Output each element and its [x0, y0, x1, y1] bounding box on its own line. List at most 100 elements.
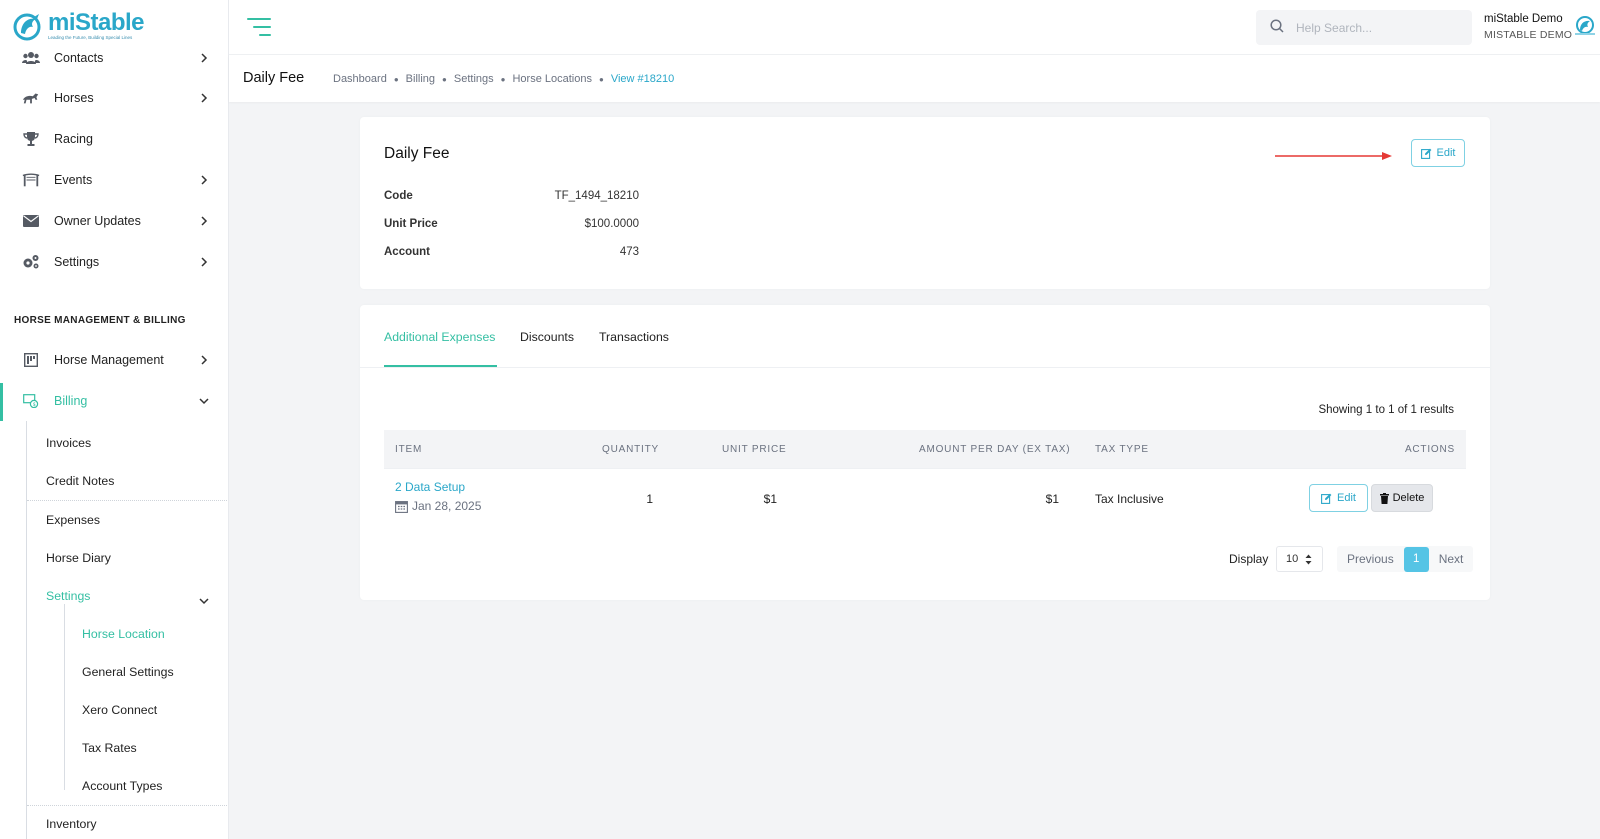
sidebar-item-settings[interactable]: Settings [0, 242, 228, 282]
column-header-amount[interactable]: AMOUNT PER DAY (EX TAX) [919, 444, 1070, 455]
sidebar-sub-xero-connect[interactable]: Xero Connect [82, 703, 157, 717]
menu-toggle-icon[interactable] [245, 18, 271, 38]
table-row: 2 Data Setup Jan 28, 2025 1 $1 $1 Tax In… [384, 468, 1466, 528]
sidebar-sub-credit-notes[interactable]: Credit Notes [46, 474, 114, 488]
breadcrumb-billing[interactable]: Billing [406, 73, 435, 85]
chevron-right-icon [198, 51, 210, 65]
row-edit-button[interactable]: Edit [1309, 484, 1368, 512]
breadcrumb-dashboard[interactable]: Dashboard [333, 73, 387, 85]
tree-line [26, 421, 27, 839]
svg-text:$: $ [33, 402, 36, 408]
avatar[interactable] [1573, 14, 1597, 38]
tab-discounts[interactable]: Discounts [520, 330, 574, 344]
sidebar-item-label: Owner Updates [54, 214, 141, 228]
sidebar-sub-inventory[interactable]: Inventory [46, 817, 97, 831]
tab-active-underline [384, 365, 497, 367]
tab-transactions[interactable]: Transactions [599, 330, 669, 344]
horse-logo-icon [12, 11, 46, 41]
table-header: ITEM QUANTITY UNIT PRICE AMOUNT PER DAY … [384, 430, 1466, 468]
sidebar-sub-horse-location[interactable]: Horse Location [82, 627, 165, 641]
chevron-down-icon [198, 394, 210, 408]
chevron-down-icon [199, 593, 209, 608]
sidebar-sub-account-types[interactable]: Account Types [82, 779, 162, 793]
column-header-item[interactable]: ITEM [395, 444, 422, 455]
sidebar-sub-tax-rates[interactable]: Tax Rates [82, 741, 137, 755]
sidebar-sub-settings[interactable]: Settings [46, 589, 90, 603]
field-label-unit-price: Unit Price [384, 218, 438, 230]
tab-additional-expenses[interactable]: Additional Expenses [384, 330, 495, 344]
page-size-select[interactable]: 10 [1276, 546, 1323, 572]
subheader: Daily Fee Dashboard ● Billing ● Settings… [229, 55, 1600, 102]
sidebar-sub-expenses[interactable]: Expenses [46, 513, 100, 527]
user-org: MISTABLE DEMO [1484, 29, 1573, 41]
field-value-unit-price: $100.0000 [584, 218, 639, 230]
horse-icon [22, 89, 40, 107]
breadcrumb-horse-locations[interactable]: Horse Locations [512, 73, 592, 85]
sort-arrows-icon [1305, 554, 1312, 568]
help-search[interactable] [1256, 10, 1472, 45]
item-link[interactable]: 2 Data Setup [395, 480, 465, 494]
column-header-quantity[interactable]: QUANTITY [602, 444, 659, 455]
billing-icon: $ [22, 392, 40, 410]
sidebar-item-label: Settings [54, 255, 100, 269]
calendar-icon [395, 500, 408, 513]
user-name[interactable]: miStable Demo [1484, 13, 1563, 25]
edit-icon [1321, 493, 1332, 504]
divider [27, 805, 228, 806]
tree-line [64, 604, 65, 790]
page-1-button[interactable]: 1 [1403, 546, 1429, 572]
annotation-arrow [1275, 152, 1392, 160]
field-label-code: Code [384, 190, 413, 202]
gears-icon [22, 253, 40, 271]
expenses-card: Additional Expenses Discounts Transactio… [360, 305, 1490, 600]
sidebar-item-owner-updates[interactable]: Owner Updates [0, 201, 228, 241]
next-page-button[interactable]: Next [1429, 552, 1474, 566]
column-header-actions: ACTIONS [1404, 444, 1455, 455]
breadcrumb-settings[interactable]: Settings [454, 73, 494, 85]
breadcrumb-current[interactable]: View #18210 [611, 73, 674, 85]
tab-divider [360, 367, 1490, 368]
previous-page-button[interactable]: Previous [1337, 552, 1404, 566]
sidebar-item-contacts[interactable]: Contacts [0, 38, 228, 78]
pagination: Previous 1 Next [1337, 546, 1474, 572]
results-summary: Showing 1 to 1 of 1 results [1318, 404, 1454, 416]
column-header-unit-price[interactable]: UNIT PRICE [722, 444, 787, 455]
divider [27, 500, 228, 501]
cell-tax-type: Tax Inclusive [1095, 492, 1164, 506]
sidebar-item-label: Billing [54, 394, 88, 408]
row-delete-button[interactable]: Delete [1371, 484, 1433, 512]
sidebar-item-label: Racing [54, 132, 93, 146]
detail-title: Daily Fee [384, 145, 450, 162]
chevron-right-icon [198, 255, 210, 269]
chevron-right-icon [198, 91, 210, 105]
horse-management-icon [22, 351, 40, 369]
column-header-tax-type[interactable]: TAX TYPE [1095, 444, 1149, 455]
trophy-icon [22, 130, 40, 148]
sidebar-item-billing[interactable]: $ Billing [0, 381, 228, 421]
sidebar-sub-general-settings[interactable]: General Settings [82, 665, 174, 679]
top-header: miStable Demo MISTABLE DEMO [229, 0, 1600, 55]
sidebar-item-events[interactable]: Events [0, 160, 228, 200]
events-icon [22, 171, 40, 189]
chevron-right-icon [198, 173, 210, 187]
sidebar-item-racing[interactable]: Racing [0, 119, 228, 159]
display-label: Display [1229, 552, 1269, 566]
cell-quantity: 1 [646, 492, 653, 506]
edit-button[interactable]: Edit [1411, 139, 1465, 167]
cell-unit-price: $1 [763, 492, 777, 506]
sidebar-sub-invoices[interactable]: Invoices [46, 436, 91, 450]
sidebar-item-label: Horses [54, 91, 94, 105]
sidebar-item-horses[interactable]: Horses [0, 78, 228, 118]
sidebar-sub-horse-diary[interactable]: Horse Diary [46, 551, 111, 565]
item-date: Jan 28, 2025 [395, 499, 481, 513]
chevron-right-icon [198, 353, 210, 367]
page-title: Daily Fee [243, 70, 305, 86]
sidebar: miStable Leading the Future, Building Sp… [0, 0, 229, 839]
field-label-account: Account [384, 246, 430, 258]
brand-name: miStable [48, 9, 145, 36]
search-input[interactable] [1296, 20, 1456, 35]
breadcrumb: Dashboard ● Billing ● Settings ● Horse L… [333, 73, 675, 85]
sidebar-item-horse-management[interactable]: Horse Management [0, 340, 228, 380]
sidebar-item-label: Events [54, 173, 93, 187]
sidebar-item-label: Contacts [54, 51, 104, 65]
